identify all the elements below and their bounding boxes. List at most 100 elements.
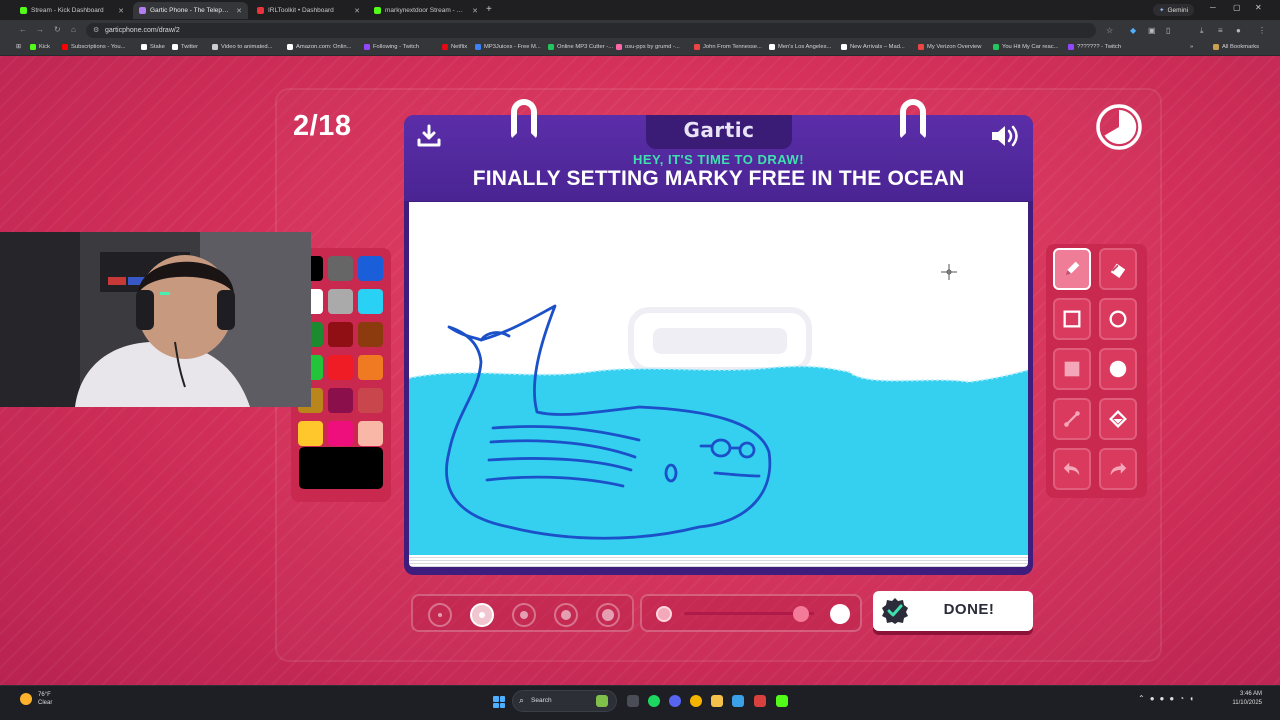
browser-tab[interactable]: Stream - Kick Dashboard ✕ [14, 2, 130, 19]
kick-app-icon[interactable] [776, 695, 788, 707]
bookmark-item[interactable]: John From Tennesse... [694, 44, 762, 50]
opacity-thumb[interactable] [793, 606, 809, 622]
color-swatch[interactable] [358, 388, 383, 413]
bookmark-item[interactable]: Subscriptions - You... [62, 44, 125, 50]
redo-tool[interactable] [1099, 448, 1137, 490]
maximize-icon[interactable]: ▢ [1233, 3, 1241, 12]
sound-icon[interactable] [989, 123, 1023, 149]
bookmark-item[interactable]: Stake [141, 44, 165, 50]
bookmark-item[interactable]: Online MP3 Cutter -... [548, 44, 613, 50]
color-swatch[interactable] [328, 388, 353, 413]
volume-icon[interactable]: ◖ [1189, 694, 1199, 703]
file-explorer-icon[interactable] [711, 695, 723, 707]
download-drawing-icon[interactable] [416, 123, 442, 149]
color-swatch[interactable] [358, 355, 383, 380]
cast-icon[interactable]: ≡ [1218, 26, 1223, 35]
bookmark-item[interactable]: Kick [30, 44, 50, 50]
bookmark-item[interactable]: You Hit My Car reac... [993, 44, 1059, 50]
start-windows-icon[interactable] [493, 696, 505, 708]
brush-size-option[interactable] [428, 603, 452, 627]
tray-app-icon[interactable]: ● [1160, 694, 1170, 703]
bookmark-item[interactable]: Twitter [172, 44, 198, 50]
tray-app-icon[interactable]: ● [1150, 694, 1160, 703]
bookmark-star-icon[interactable]: ☆ [1106, 26, 1113, 35]
color-swatch[interactable] [328, 322, 353, 347]
forward-icon[interactable]: → [36, 25, 44, 34]
app-icon[interactable] [754, 695, 766, 707]
bookmark-item[interactable]: Amazon.com: Onlin... [287, 44, 351, 50]
extensions-puzzle-icon[interactable]: ▣ [1148, 26, 1156, 35]
discord-icon[interactable] [669, 695, 681, 707]
new-tab-button[interactable]: + [486, 4, 492, 15]
browser-tab[interactable]: markynextdoor Stream - Watch ✕ [368, 2, 484, 19]
color-swatch[interactable] [328, 355, 353, 380]
extension-icon[interactable]: ◆ [1130, 26, 1136, 35]
close-tab-icon[interactable]: ✕ [236, 7, 242, 15]
bookmark-item[interactable]: Following - Twitch [364, 44, 419, 50]
color-swatch[interactable] [328, 421, 353, 446]
color-swatch[interactable] [298, 421, 323, 446]
brush-size-option[interactable] [470, 603, 494, 627]
game-app-icon[interactable] [596, 695, 608, 707]
opacity-slider[interactable] [640, 594, 862, 632]
address-bar[interactable]: ⚙ garticphone.com/draw/2 [86, 23, 1096, 38]
bookmark-item[interactable]: ??????? - Twitch [1068, 44, 1121, 50]
ellipse-outline-tool[interactable] [1099, 298, 1137, 340]
eraser-tool[interactable] [1099, 248, 1137, 290]
apps-icon[interactable]: ⊞ [16, 44, 21, 50]
color-swatch[interactable] [358, 322, 383, 347]
more-bookmarks-icon[interactable]: » [1190, 44, 1193, 50]
photos-icon[interactable] [732, 695, 744, 707]
system-tray[interactable]: ⌃●●●◔◖ [1138, 694, 1199, 703]
sidebar-icon[interactable]: ▯ [1166, 26, 1170, 35]
browser-tab-active[interactable]: Gartic Phone - The Telephone G ✕ [133, 2, 248, 19]
undo-tool[interactable] [1053, 448, 1091, 490]
weather-widget[interactable]: 76°F Clear [20, 691, 52, 707]
minimize-icon[interactable]: ─ [1210, 3, 1216, 12]
close-tab-icon[interactable]: ✕ [354, 7, 360, 15]
menu-icon[interactable]: ⋮ [1258, 26, 1266, 35]
network-icon[interactable]: ◔ [1179, 694, 1189, 703]
rectangle-fill-tool[interactable] [1053, 348, 1091, 390]
chrome-icon[interactable] [690, 695, 702, 707]
clock[interactable]: 3:46 AM 11/10/2025 [1232, 690, 1262, 708]
microphone-icon[interactable]: ● [1169, 694, 1179, 703]
bookmark-item[interactable]: osu-pps by grumd -... [616, 44, 680, 50]
color-swatch[interactable] [358, 289, 383, 314]
color-swatch[interactable] [328, 289, 353, 314]
close-tab-icon[interactable]: ✕ [472, 7, 478, 15]
brush-size-option[interactable] [596, 603, 620, 627]
bookmark-item[interactable]: Netflix [442, 44, 467, 50]
all-bookmarks[interactable]: All Bookmarks [1213, 44, 1259, 50]
home-icon[interactable]: ⌂ [71, 25, 76, 34]
back-icon[interactable]: ← [19, 25, 27, 34]
drawing-canvas[interactable] [409, 202, 1028, 555]
gemini-button[interactable]: ✦ Gemini [1153, 4, 1195, 16]
brush-size-option[interactable] [554, 603, 578, 627]
color-swatch[interactable] [358, 421, 383, 446]
done-button[interactable]: DONE! [873, 591, 1033, 631]
spotify-icon[interactable] [648, 695, 660, 707]
chevron-up-icon[interactable]: ⌃ [1138, 694, 1150, 703]
download-icon[interactable]: ⤓ [1200, 26, 1204, 36]
rectangle-outline-tool[interactable] [1053, 298, 1091, 340]
reload-icon[interactable]: ↻ [54, 25, 61, 34]
profile-avatar[interactable]: ● [1236, 26, 1241, 35]
close-window-icon[interactable]: ✕ [1255, 3, 1262, 12]
fill-bucket-tool[interactable] [1099, 398, 1137, 440]
bookmark-item[interactable]: New Arrivals – Mad... [841, 44, 905, 50]
brush-size-option[interactable] [512, 603, 536, 627]
task-view-icon[interactable] [627, 695, 639, 707]
close-tab-icon[interactable]: ✕ [118, 7, 124, 15]
bookmark-item[interactable]: Video to animated... [212, 44, 272, 50]
color-swatch[interactable] [328, 256, 353, 281]
bookmark-item[interactable]: My Verizon Overview [918, 44, 981, 50]
line-tool[interactable] [1053, 398, 1091, 440]
color-swatch[interactable] [358, 256, 383, 281]
bookmark-item[interactable]: MP3Juices - Free M... [475, 44, 541, 50]
site-info-icon[interactable]: ⚙ [93, 26, 99, 34]
pencil-tool[interactable] [1053, 248, 1091, 290]
bookmark-item[interactable]: Men's Los Angeles... [769, 44, 831, 50]
browser-tab[interactable]: IRLToolkit • Dashboard ✕ [251, 2, 366, 19]
ellipse-fill-tool[interactable] [1099, 348, 1137, 390]
